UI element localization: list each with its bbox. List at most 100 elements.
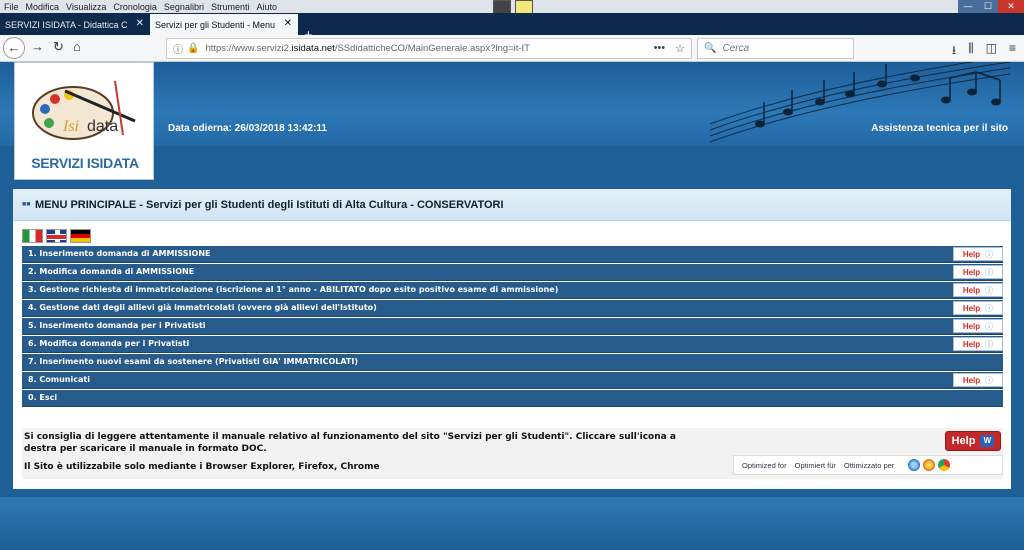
browser-menubar: File Modifica Visualizza Cronologia Segn… [0, 0, 1024, 24]
search-input[interactable] [722, 43, 843, 54]
menu-item-inserimento-ammissione[interactable]: 1. Inserimento domanda di AMMISSIONE Hel… [22, 246, 1003, 263]
optimized-for-banner: Optimized for Optimiert für Ottimizzato … [733, 455, 1003, 475]
sidebar-icon[interactable]: ◫ [986, 41, 997, 62]
info-icon: ⓘ [985, 375, 994, 385]
palette-logo-icon: Isi data [32, 80, 136, 140]
menu-item-inserimento-privatisti[interactable]: 5. Inserimento domanda per i Privatisti … [22, 318, 1003, 335]
footer-band [0, 497, 1024, 550]
isidata-logo[interactable]: Isi data SERVIZI ISIDATA [14, 62, 154, 180]
tab-servizi-studenti[interactable]: Servizi per gli Studenti - Menu princ ✕ [150, 14, 298, 35]
manual-notice: Si consiglia di leggere attentamente il … [22, 428, 1003, 479]
help-button[interactable]: Help ⓘ [953, 373, 1003, 387]
menu-item-modifica-ammissione[interactable]: 2. Modifica domanda di AMMISSIONE Help ⓘ [22, 264, 1003, 281]
close-tab-icon[interactable]: ✕ [284, 18, 292, 29]
close-window-button[interactable]: ✕ [998, 0, 1024, 13]
menu-item-label[interactable]: 1. Inserimento domanda di AMMISSIONE [28, 249, 211, 258]
optimized-de: Optimiert für [794, 460, 836, 470]
svg-text:data: data [87, 118, 118, 135]
menu-item-label[interactable]: 2. Modifica domanda di AMMISSIONE [28, 267, 194, 276]
help-button[interactable]: Help ⓘ [953, 301, 1003, 315]
library-icon[interactable]: ⫼ [968, 41, 974, 62]
panel-title: MENU PRINCIPALE - Servizi per gli Studen… [35, 199, 504, 211]
site-header: Isi data SERVIZI ISIDATA Data odierna: 2… [0, 62, 1024, 180]
firefox-icon [923, 459, 936, 471]
help-label: Help [951, 435, 976, 447]
menu-item-label[interactable]: 0. Esci [28, 393, 57, 402]
menu-item-label[interactable]: 3. Gestione richiesta di immatricolazion… [28, 285, 558, 294]
word-doc-icon: W [980, 435, 995, 447]
search-icon: 🔍 [704, 43, 717, 54]
hamburger-menu-icon[interactable]: ≡ [1009, 41, 1016, 62]
navigation-bar: ← → ↻ ⌂ ⓘ 🔒 https://www.servizi2.isidata… [0, 35, 1024, 62]
menu-item-label[interactable]: 7. Inserimento nuovi esami da sostenere … [28, 357, 358, 366]
tab-bar: SERVIZI ISIDATA - Didattica Conse ✕ Serv… [0, 13, 1024, 44]
menu-cronologia[interactable]: Cronologia [113, 2, 157, 12]
panel-header: ■■ MENU PRINCIPALE - Servizi per gli Stu… [13, 189, 1011, 221]
home-icon[interactable]: ⌂ [73, 39, 81, 54]
info-icon: ⓘ [985, 339, 994, 349]
taskbar-icons [493, 0, 533, 24]
reload-icon[interactable]: ↻ [53, 39, 64, 55]
tab-title: SERVIZI ISIDATA - Didattica Conse [5, 19, 127, 30]
info-icon: ⓘ [985, 249, 994, 259]
menu-strumenti[interactable]: Strumenti [211, 2, 250, 12]
info-icon: ⓘ [985, 267, 994, 277]
svg-text:Isi: Isi [62, 118, 79, 135]
internet-explorer-icon [908, 459, 921, 471]
tab-isidata-didattica[interactable]: SERVIZI ISIDATA - Didattica Conse ✕ [0, 14, 150, 35]
download-icon[interactable]: ⭳ [952, 41, 956, 62]
menu-item-label[interactable]: 8. Comunicati [28, 375, 90, 384]
help-button[interactable]: Help ⓘ [953, 337, 1003, 351]
manual-notice-text: Si consiglia di leggere attentamente il … [24, 432, 676, 454]
help-button[interactable]: Help ⓘ [953, 319, 1003, 333]
menu-modifica[interactable]: Modifica [26, 2, 60, 12]
page-actions-icon[interactable]: ••• [654, 42, 666, 55]
italian-flag-icon[interactable] [22, 229, 43, 243]
window-controls: — ☐ ✕ [958, 0, 1024, 13]
menu-item-immatricolazione[interactable]: 3. Gestione richiesta di immatricolazion… [22, 282, 1003, 299]
bookmark-star-icon[interactable]: ☆ [675, 42, 685, 55]
url-bar[interactable]: ⓘ 🔒 https://www.servizi2.isidata.net/SSd… [166, 38, 692, 59]
assistance-link[interactable]: Assistenza tecnica per il sito [871, 123, 1008, 134]
info-icon: ⓘ [985, 285, 994, 295]
minimize-button[interactable]: — [958, 0, 978, 13]
maximize-button[interactable]: ☐ [978, 0, 998, 13]
tab-title: Servizi per gli Studenti - Menu princ [155, 19, 277, 30]
optimized-it: Ottimizzato per [843, 460, 895, 470]
menu-segnalibri[interactable]: Segnalibri [164, 2, 204, 12]
logo-title: SERVIZI ISIDATA [31, 155, 139, 171]
menu-visualizza[interactable]: Visualizza [66, 2, 106, 12]
search-bar[interactable]: 🔍 [697, 38, 854, 59]
help-button[interactable]: Help ⓘ [953, 265, 1003, 279]
optimized-en: Optimized for [742, 460, 787, 470]
download-manual-button[interactable]: Help W [945, 431, 1001, 451]
grip-icon: ■■ [22, 201, 31, 208]
info-icon: ⓘ [985, 303, 994, 313]
menu-item-comunicati[interactable]: 8. Comunicati Help ⓘ [22, 372, 1003, 389]
menu-item-modifica-privatisti[interactable]: 6. Modifica domanda per i Privatisti Hel… [22, 336, 1003, 353]
menu-list: 1. Inserimento domanda di AMMISSIONE Hel… [22, 246, 1003, 408]
menu-item-label[interactable]: 6. Modifica domanda per i Privatisti [28, 339, 189, 348]
menu-item-label[interactable]: 5. Inserimento domanda per i Privatisti [28, 321, 206, 330]
back-arrow-icon[interactable]: ← [3, 37, 25, 59]
menu-item-label[interactable]: 4. Gestione dati degli allievi già immat… [28, 303, 377, 312]
chrome-icon [938, 459, 951, 471]
url-text[interactable]: https://www.servizi2.isidata.net/SSdidat… [205, 43, 530, 54]
language-flags [22, 229, 91, 243]
close-tab-icon[interactable]: ✕ [136, 18, 144, 29]
info-icon[interactable]: ⓘ [173, 41, 183, 56]
lock-icon: 🔒 [187, 43, 200, 54]
forward-arrow-icon[interactable]: → [31, 39, 44, 54]
info-icon: ⓘ [985, 321, 994, 331]
help-button[interactable]: Help ⓘ [953, 247, 1003, 261]
main-menu-panel: ■■ MENU PRINCIPALE - Servizi per gli Stu… [13, 189, 1011, 489]
uk-flag-icon[interactable] [46, 229, 67, 243]
menu-item-esci[interactable]: 0. Esci [22, 390, 1003, 407]
german-flag-icon[interactable] [70, 229, 91, 243]
menu-item-gestione-allievi[interactable]: 4. Gestione dati degli allievi già immat… [22, 300, 1003, 317]
menu-aiuto[interactable]: Aiuto [256, 2, 277, 12]
menu-item-nuovi-esami[interactable]: 7. Inserimento nuovi esami da sostenere … [22, 354, 1003, 371]
help-button[interactable]: Help ⓘ [953, 283, 1003, 297]
menu-file[interactable]: File [4, 2, 19, 12]
current-date: Data odierna: 26/03/2018 13:42:11 [168, 123, 327, 134]
